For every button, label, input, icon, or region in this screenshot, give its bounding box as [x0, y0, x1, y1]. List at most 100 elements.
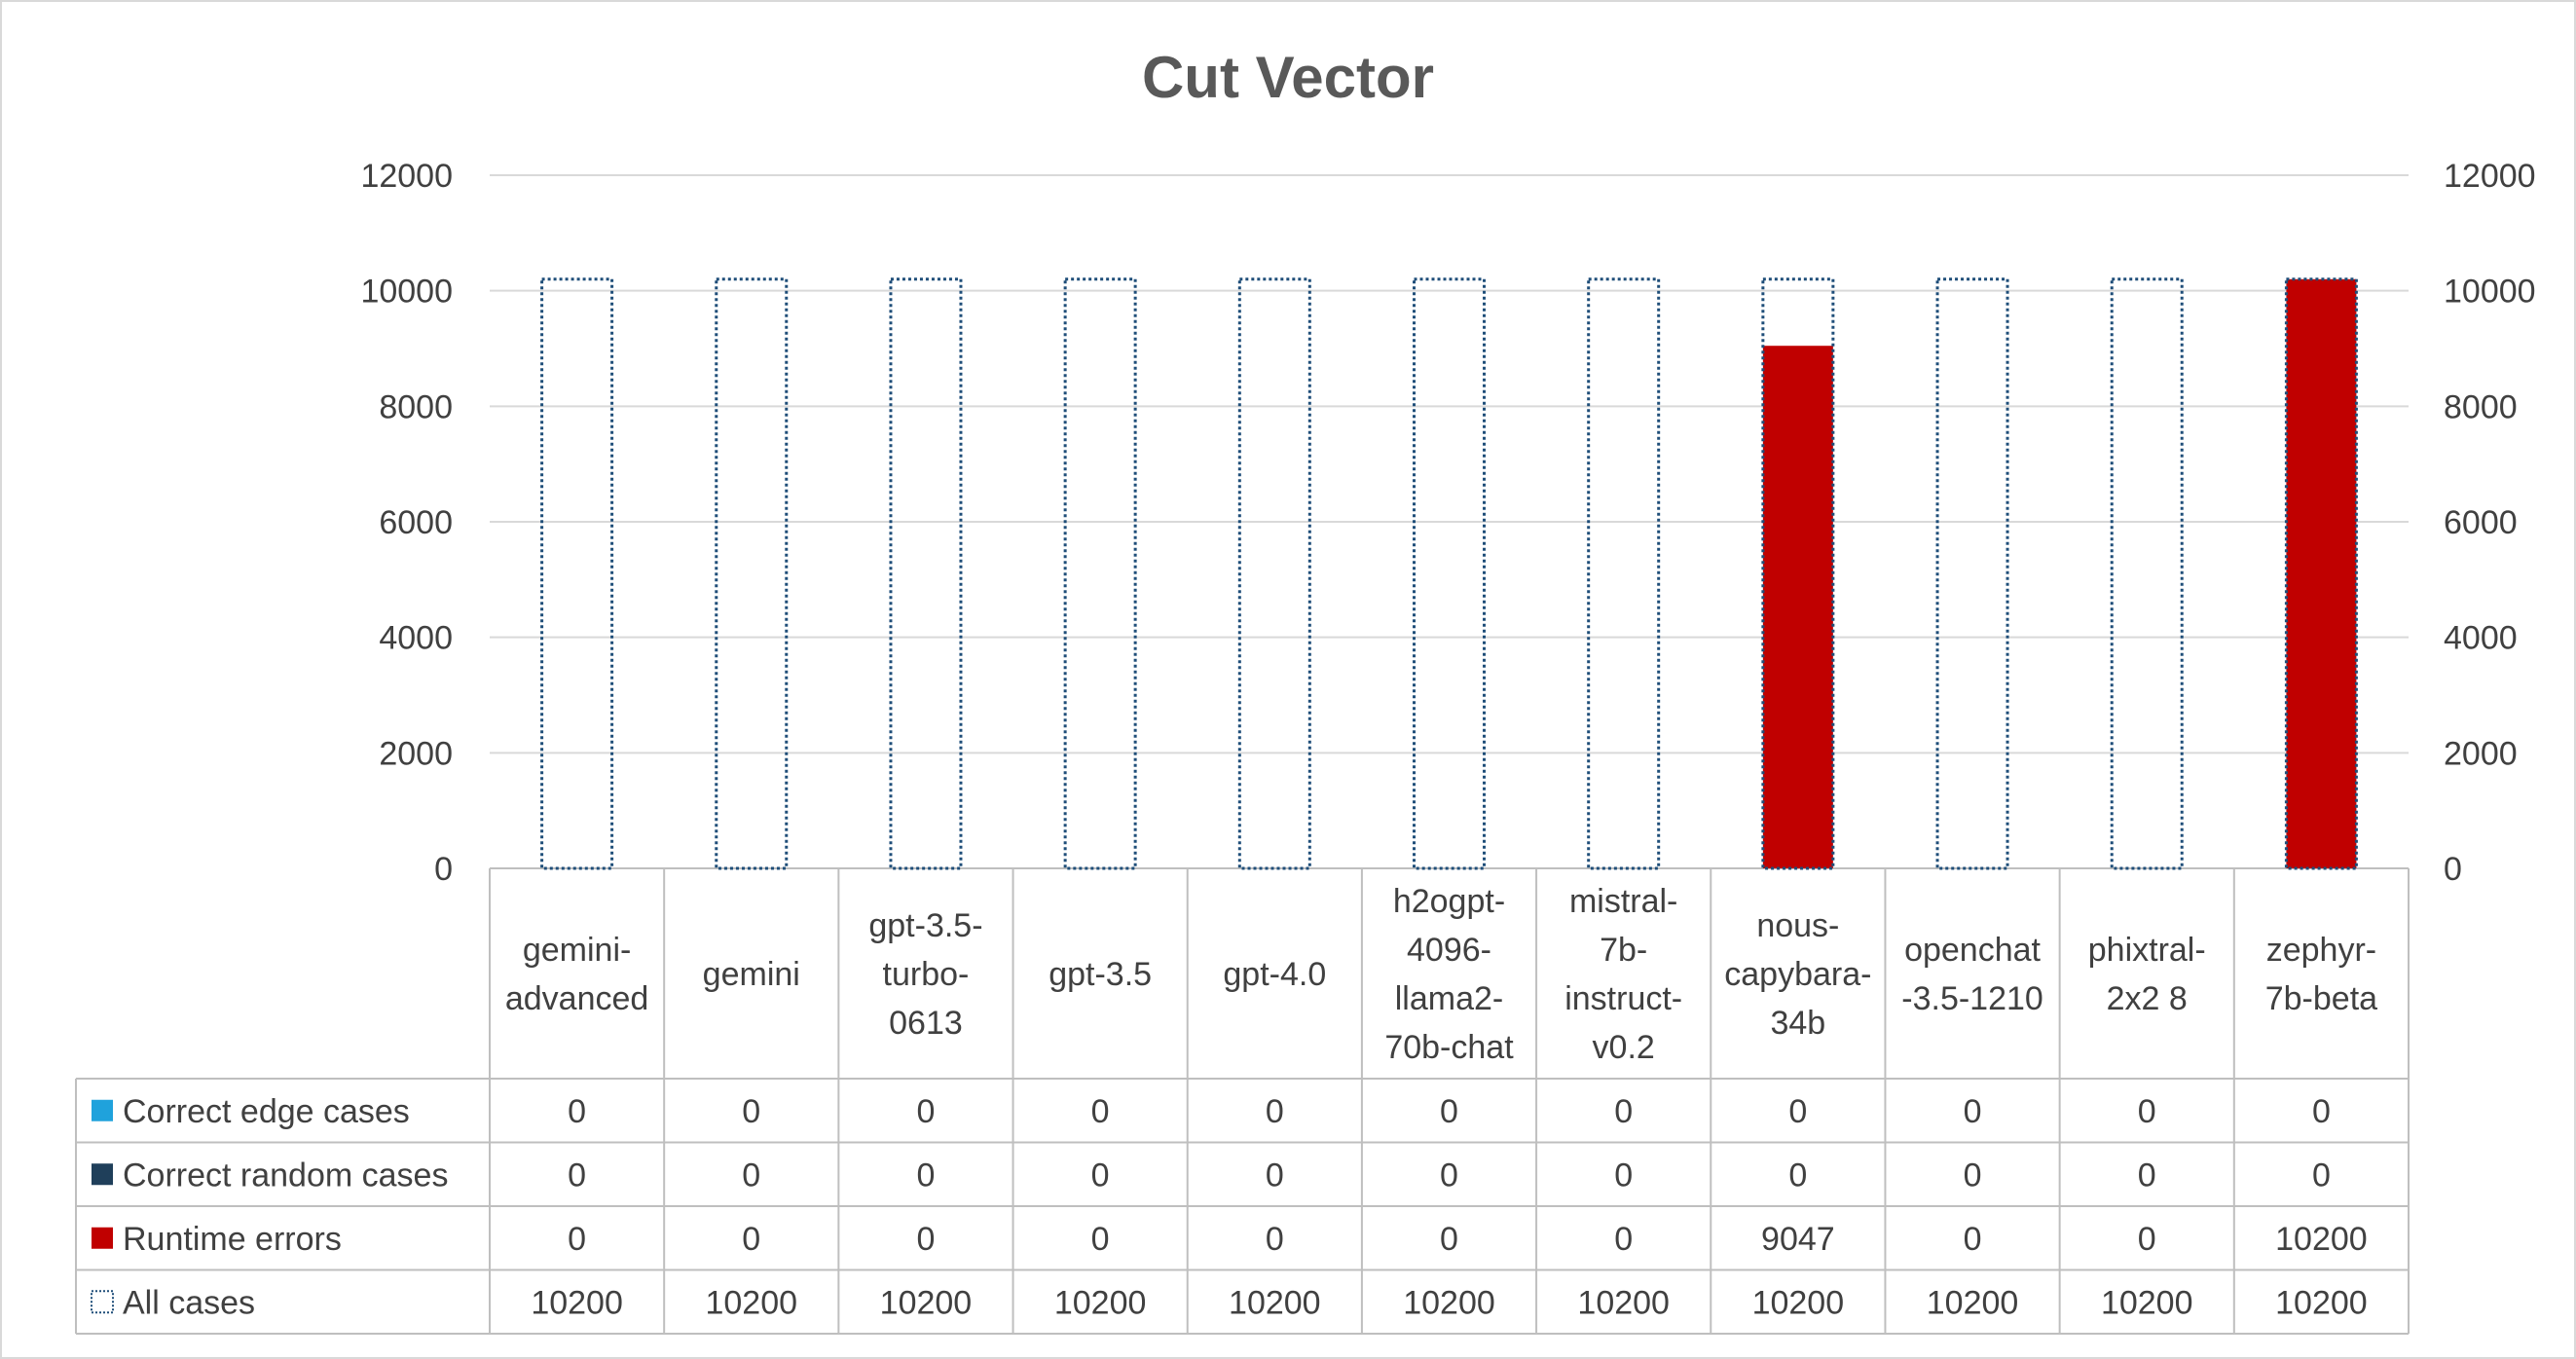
category-label: mistral-: [1569, 883, 1677, 920]
category-label: llama2-: [1395, 980, 1503, 1017]
legend-key: [92, 1227, 113, 1249]
bar-all-cases: [540, 277, 614, 870]
table-cell-value: 10200: [2275, 1284, 2368, 1321]
chart: Cut Vector 0 2000 4000 6000 8000 10000 12000 0 2…: [75, 45, 2536, 1335]
y-tick-label: 6000: [379, 504, 453, 541]
table-cell-value: 10200: [1229, 1284, 1321, 1321]
category-label: h2ogpt-: [1393, 883, 1505, 920]
table-cell-value: 10200: [531, 1284, 623, 1321]
category-label: v0.2: [1593, 1029, 1655, 1066]
legend-key: [91, 1290, 114, 1314]
table-cell-value: 9047: [1761, 1221, 1835, 1258]
bar-all-cases: [1063, 277, 1137, 870]
category-label: 0613: [889, 1005, 963, 1042]
category-label: openchat: [1904, 932, 2041, 969]
table-cell-value: 0: [1091, 1221, 1110, 1258]
table-cell-value: 0: [2312, 1093, 2331, 1130]
category-label: 4096-: [1407, 932, 1491, 969]
table-cell-value: 0: [1964, 1157, 1982, 1194]
y-tick-label: 4000: [379, 620, 453, 657]
table-cell-value: 0: [742, 1157, 760, 1194]
y-tick-label: 0: [434, 851, 453, 888]
category-label: turbo-: [883, 956, 970, 993]
bar-all-cases: [1935, 277, 2009, 870]
table-cell-value: 0: [916, 1221, 935, 1258]
table-cell-value: 0: [1091, 1157, 1110, 1194]
table-cell-value: 10200: [1054, 1284, 1147, 1321]
table-cell-value: 0: [2138, 1157, 2156, 1194]
table-cell-value: 10200: [2275, 1221, 2368, 1258]
legend-key: [92, 1099, 113, 1121]
table-cell-value: 0: [1440, 1157, 1458, 1194]
y-tick-label: 8000: [379, 388, 453, 425]
table-cell-value: 0: [916, 1157, 935, 1194]
table-cell-value: 10200: [1927, 1284, 2019, 1321]
bar-all-cases: [1587, 277, 1661, 870]
table-cell-value: 10200: [880, 1284, 973, 1321]
bars: [540, 277, 2358, 870]
category-label: gemini-: [523, 932, 631, 969]
category-label: 7b-: [1600, 932, 1647, 969]
legend-key: [92, 1163, 113, 1186]
bar-all-cases: [889, 277, 963, 870]
table-cell-value: 0: [1614, 1093, 1633, 1130]
bar-runtime-errors: [1762, 346, 1833, 869]
secondary-y-tick-label: 12000: [2444, 158, 2536, 195]
table-cell-value: 0: [1788, 1093, 1807, 1130]
series-label: Correct random cases: [123, 1157, 448, 1194]
category-label: advanced: [505, 980, 648, 1017]
table-cell-value: 10200: [705, 1284, 797, 1321]
table-cell-value: 0: [1266, 1157, 1284, 1194]
table-cell-value: 0: [2312, 1157, 2331, 1194]
secondary-y-tick-label: 6000: [2444, 504, 2518, 541]
y-tick-label: 10000: [360, 274, 453, 311]
table-cell-value: 0: [1440, 1093, 1458, 1130]
category-label: 2x2 8: [2107, 980, 2188, 1017]
y-tick-label: 2000: [379, 735, 453, 772]
table-cell-value: 0: [1266, 1093, 1284, 1130]
secondary-y-tick-label: 8000: [2444, 388, 2518, 425]
table-cell-value: 10200: [1403, 1284, 1495, 1321]
secondary-y-tick-label: 0: [2444, 851, 2462, 888]
table-cell-value: 0: [568, 1221, 586, 1258]
secondary-y-tick-label: 4000: [2444, 620, 2518, 657]
category-label: capybara-: [1724, 956, 1871, 993]
table-cell-value: 0: [1964, 1093, 1982, 1130]
category-label: gemini: [703, 956, 800, 993]
category-label: gpt-3.5-: [868, 907, 982, 944]
secondary-y-tick-label: 10000: [2444, 274, 2536, 311]
table-cell-value: 0: [742, 1221, 760, 1258]
table-cell-value: 10200: [1752, 1284, 1845, 1321]
category-label: 34b: [1770, 1005, 1825, 1042]
chart-title: Cut Vector: [1142, 45, 1434, 110]
table-cell-value: 0: [1788, 1157, 1807, 1194]
bar-all-cases: [1413, 277, 1486, 870]
table-cell-value: 10200: [1577, 1284, 1670, 1321]
category-label: -3.5-1210: [1901, 980, 2043, 1017]
table-cell-value: 0: [568, 1157, 586, 1194]
table-cell-value: 0: [1440, 1221, 1458, 1258]
category-label: nous-: [1756, 907, 1839, 944]
table-cell-value: 0: [1091, 1093, 1110, 1130]
bar-all-cases: [715, 277, 789, 870]
category-label: 70b-chat: [1384, 1029, 1514, 1066]
series-label: Runtime errors: [123, 1221, 342, 1258]
table-cell-value: 0: [2138, 1093, 2156, 1130]
table-cell-value: 10200: [2101, 1284, 2193, 1321]
bar-all-cases: [2110, 277, 2184, 870]
y-tick-label: 12000: [360, 158, 453, 195]
table-cell-value: 0: [1964, 1221, 1982, 1258]
table-cell-value: 0: [568, 1093, 586, 1130]
series-label: Correct edge cases: [123, 1093, 410, 1130]
data-table: gemini-advanced gemini gpt-3.5- turbo- 0613 g…: [75, 868, 2410, 1335]
category-label: zephyr-: [2266, 932, 2376, 969]
table-cell-value: 0: [1266, 1221, 1284, 1258]
table-cell-value: 0: [1614, 1157, 1633, 1194]
category-label: gpt-3.5: [1049, 956, 1152, 993]
bar-all-cases: [1237, 277, 1311, 870]
table-cell-value: 0: [916, 1093, 935, 1130]
table-cell-value: 0: [2138, 1221, 2156, 1258]
secondary-y-tick-label: 2000: [2444, 735, 2518, 772]
table-cell-value: 0: [742, 1093, 760, 1130]
bar-runtime-errors: [2286, 278, 2357, 868]
